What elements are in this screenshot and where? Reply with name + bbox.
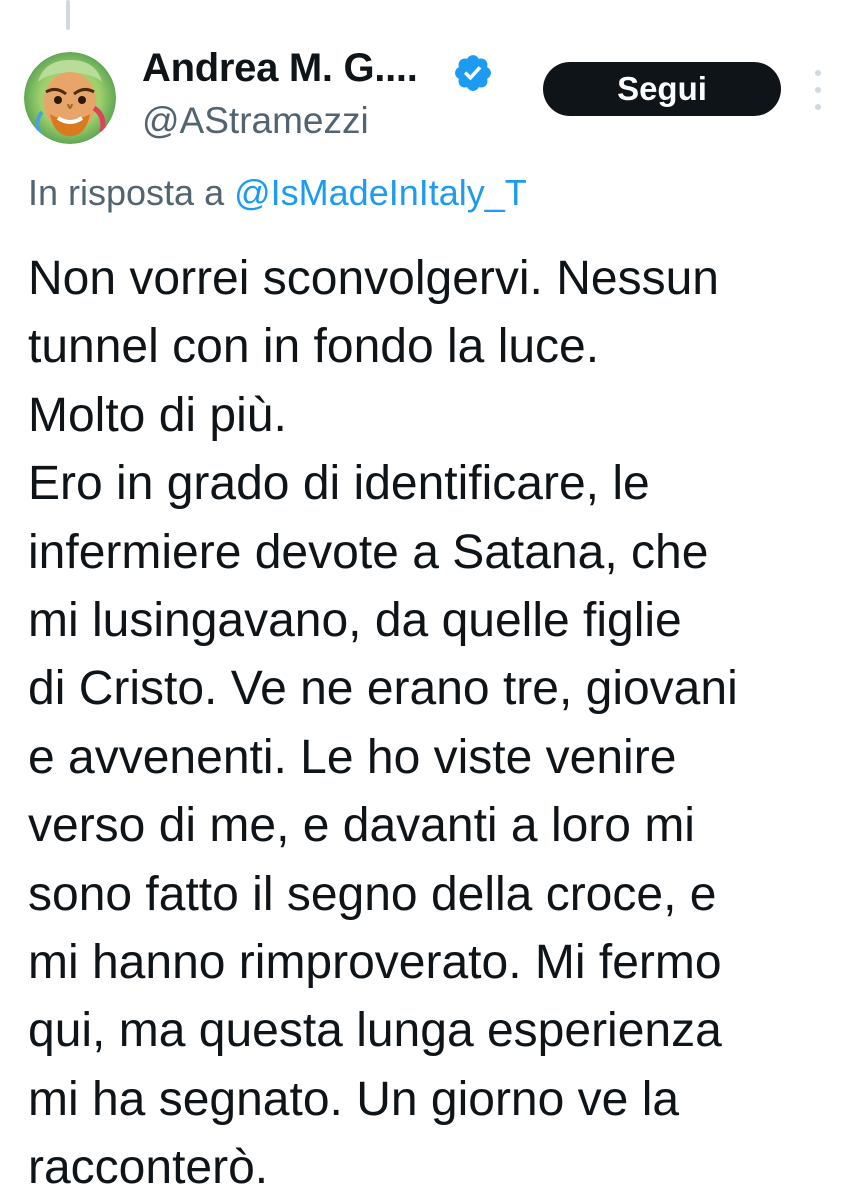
tweet-line: Molto di più.	[28, 388, 287, 442]
more-dot	[815, 70, 821, 76]
tweet-line: racconterò.	[28, 1141, 269, 1195]
verified-badge-icon	[455, 55, 491, 91]
more-dot	[815, 104, 821, 110]
author-display-name[interactable]: Andrea M. G....	[142, 46, 418, 91]
avatar[interactable]	[24, 52, 116, 144]
follow-button[interactable]: Segui	[543, 62, 781, 116]
tweet-line: Ero in grado di identificare, le	[28, 457, 650, 511]
tweet-line: infermiere devote a Satana, che	[28, 525, 709, 579]
tweet-text: Non vorrei sconvolgervi. Nessun tunnel c…	[28, 245, 848, 1203]
tweet-line: tunnel con in fondo la luce.	[28, 320, 600, 374]
tweet-line: mi lusingavano, da quelle figlie	[28, 594, 682, 648]
tweet-line: qui, ma questa lunga esperienza	[28, 1004, 722, 1058]
tweet-line: mi hanno rimproverato. Mi fermo	[28, 936, 722, 990]
author-handle[interactable]: @AStramezzi	[142, 100, 369, 142]
tweet-line: e avvenenti. Le ho viste venire	[28, 730, 677, 784]
tweet-line: sono fatto il segno della croce, e	[28, 867, 717, 921]
tweet-line: mi ha segnato. Un giorno ve la	[28, 1072, 680, 1126]
reply-prefix: In risposta a	[28, 172, 235, 213]
avatar-image	[24, 52, 116, 144]
reply-context: In risposta a @IsMadeInItaly_T	[28, 172, 527, 214]
tweet-line: verso di me, e davanti a loro mi	[28, 799, 695, 853]
tweet-line: di Cristo. Ve ne erano tre, giovani	[28, 662, 738, 716]
more-options-icon[interactable]	[811, 70, 825, 110]
tweet-line: Non vorrei sconvolgervi. Nessun	[28, 252, 719, 305]
reply-mention-link[interactable]: @IsMadeInItaly_T	[234, 172, 527, 213]
thread-connector-line	[66, 0, 70, 30]
more-dot	[815, 87, 821, 93]
